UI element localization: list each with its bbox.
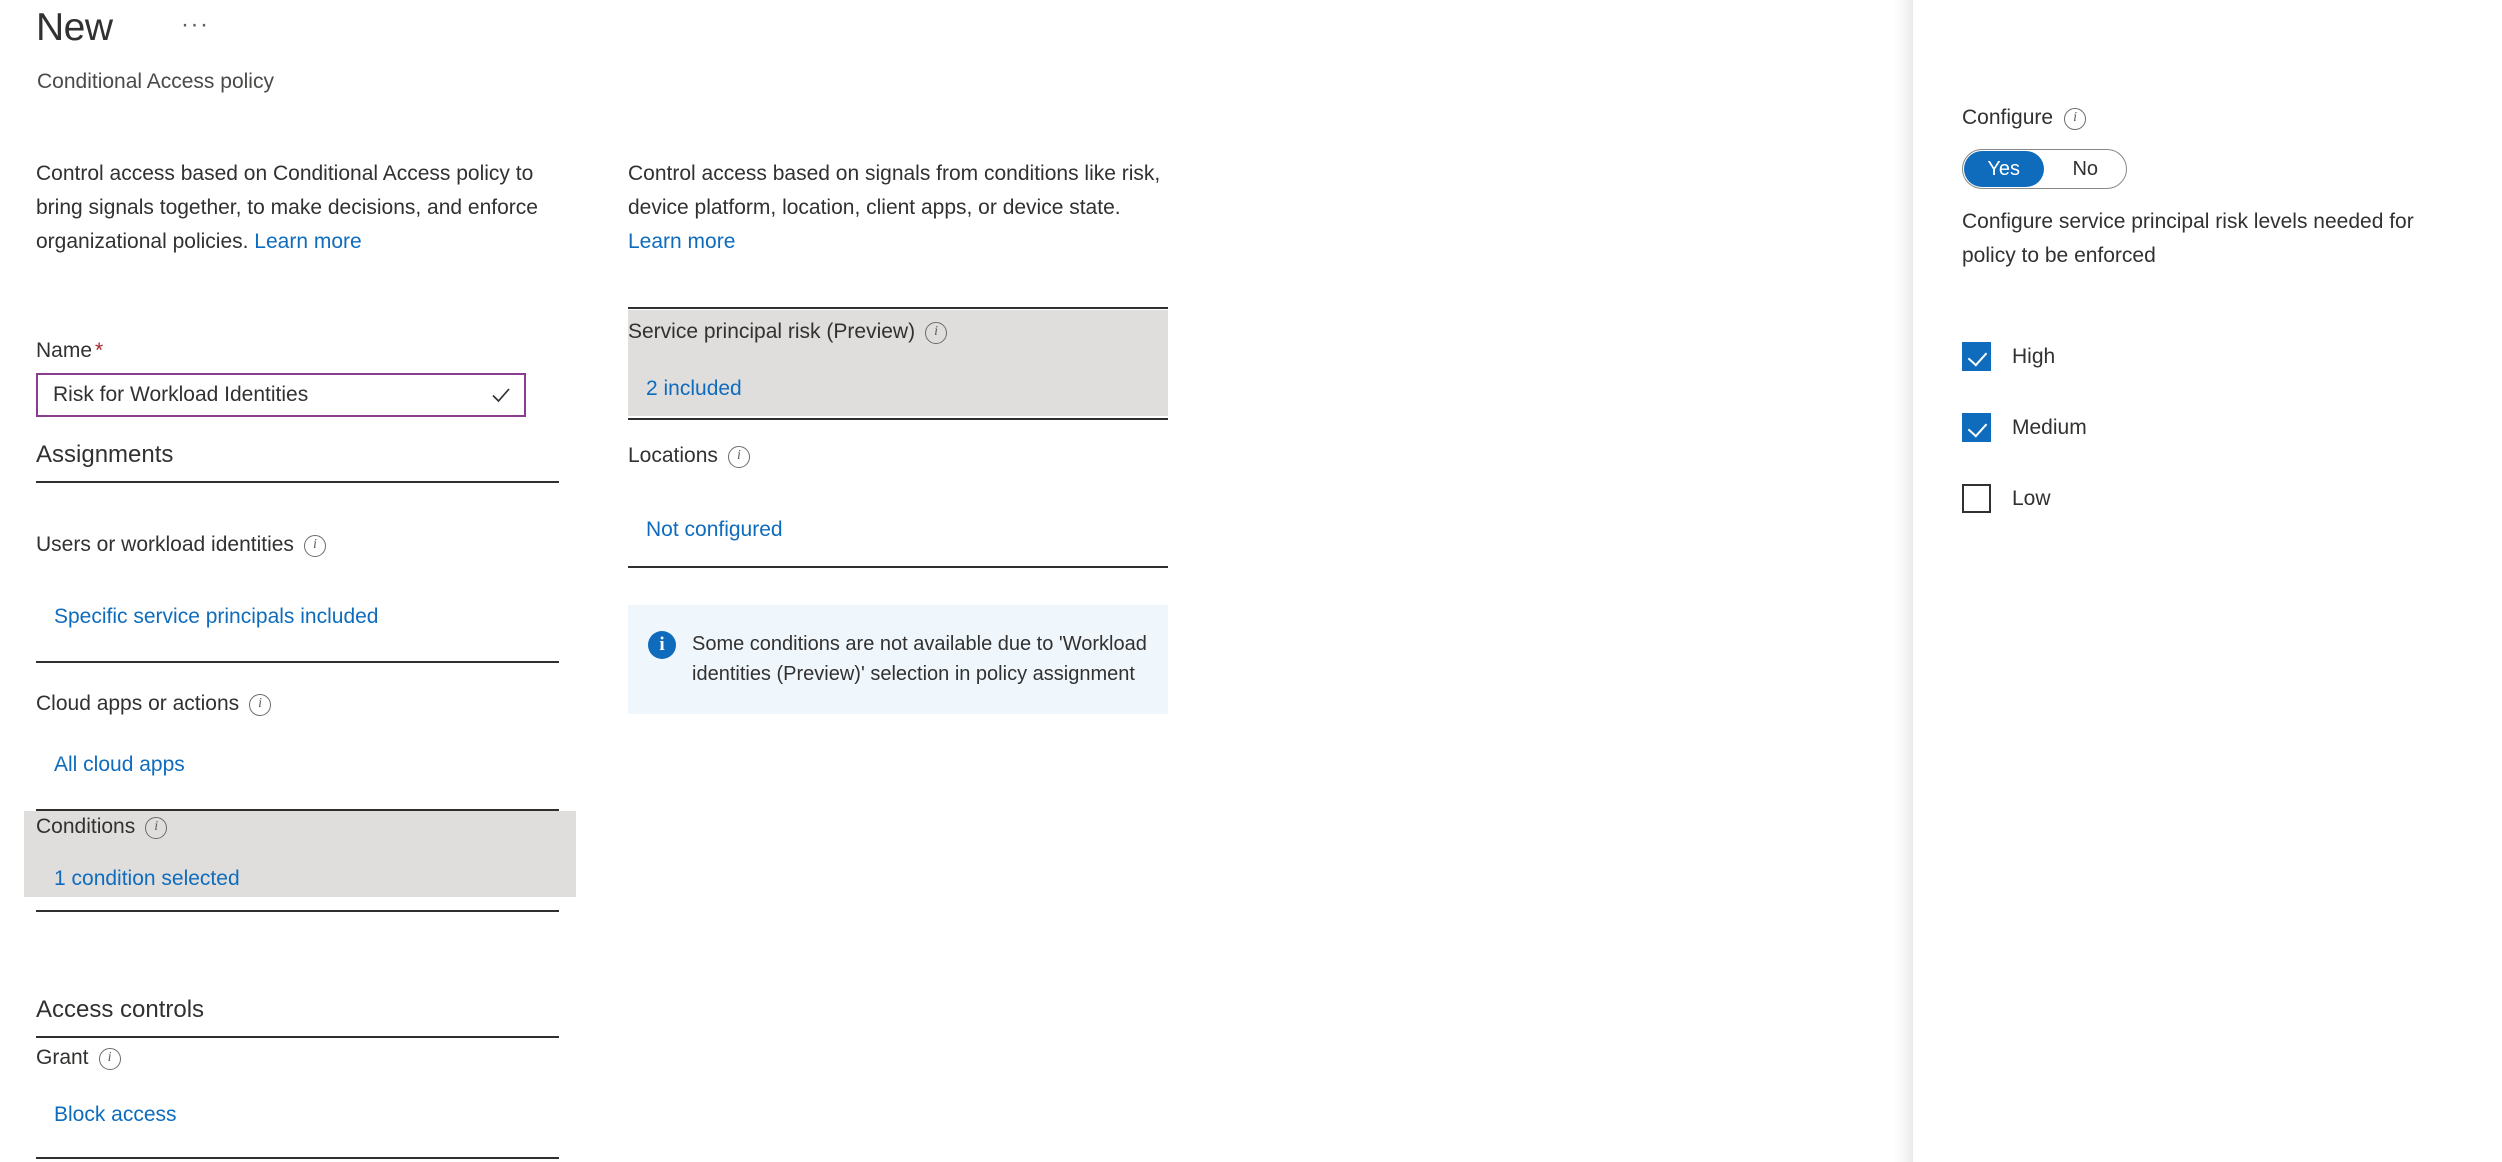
toggle-option-yes[interactable]: Yes bbox=[1964, 151, 2044, 187]
users-label-text: Users or workload identities bbox=[36, 533, 294, 556]
risk-level-high-label: High bbox=[2012, 344, 2056, 368]
locations-value[interactable]: Not configured bbox=[628, 516, 783, 544]
service-principal-risk-label: Service principal risk (Preview) bbox=[628, 318, 948, 346]
configure-description: Configure service principal risk levels … bbox=[1962, 210, 2414, 267]
divider-conditions bbox=[36, 910, 559, 912]
divider-grant bbox=[36, 1157, 559, 1159]
divider-service-principal-risk bbox=[628, 418, 1168, 420]
conditions-pane: Control access based on signals from con… bbox=[624, 0, 1184, 1162]
cloud-apps-label-text: Cloud apps or actions bbox=[36, 692, 240, 715]
risk-level-low-checkbox[interactable] bbox=[1962, 484, 1991, 513]
name-label: Name * bbox=[36, 337, 103, 365]
divider-mid-top bbox=[628, 307, 1168, 309]
grant-label-text: Grant bbox=[36, 1046, 89, 1069]
info-icon[interactable] bbox=[727, 446, 750, 468]
risk-level-high-checkbox[interactable] bbox=[1962, 342, 1991, 371]
risk-level-high-row[interactable]: High bbox=[1962, 342, 2055, 371]
grant-value[interactable]: Block access bbox=[36, 1101, 177, 1129]
configure-toggle[interactable]: Yes No bbox=[1962, 149, 2127, 189]
locations-label: Locations bbox=[628, 442, 750, 470]
mid-learn-more-link[interactable]: Learn more bbox=[628, 230, 735, 253]
overflow-menu-icon[interactable]: ··· bbox=[181, 13, 209, 37]
divider-users bbox=[36, 661, 559, 663]
page-title: New bbox=[36, 6, 113, 49]
service-principal-risk-label-text: Service principal risk (Preview) bbox=[628, 320, 916, 343]
info-icon[interactable] bbox=[925, 322, 948, 344]
info-filled-icon bbox=[648, 631, 676, 659]
risk-level-medium-checkbox[interactable] bbox=[1962, 413, 1991, 442]
cloud-apps-or-actions-label: Cloud apps or actions bbox=[36, 690, 272, 718]
risk-level-low-row[interactable]: Low bbox=[1962, 484, 2051, 513]
left-intro-text: Control access based on Conditional Acce… bbox=[36, 157, 566, 259]
configure-label: Configure bbox=[1962, 104, 2087, 132]
divider-access-controls bbox=[36, 1036, 559, 1038]
valid-check-icon bbox=[484, 383, 524, 407]
info-banner-text: Some conditions are not available due to… bbox=[692, 633, 1147, 685]
mid-intro-body: Control access based on signals from con… bbox=[628, 162, 1161, 219]
conditions-label: Conditions bbox=[36, 813, 168, 841]
conditions-info-banner: Some conditions are not available due to… bbox=[628, 605, 1168, 714]
locations-label-text: Locations bbox=[628, 444, 718, 467]
service-principal-risk-flyout: Service principal risk Configure Yes No … bbox=[1913, 0, 2502, 1162]
policy-main-pane: New ··· Conditional Access policy Contro… bbox=[0, 0, 624, 1162]
assignments-heading: Assignments bbox=[36, 441, 174, 468]
page-subtitle: Conditional Access policy bbox=[37, 70, 274, 93]
name-label-text: Name bbox=[36, 339, 93, 362]
risk-level-medium-row[interactable]: Medium bbox=[1962, 413, 2087, 442]
info-icon[interactable] bbox=[249, 694, 272, 716]
cloud-apps-or-actions-value[interactable]: All cloud apps bbox=[36, 751, 185, 779]
info-icon[interactable] bbox=[2064, 108, 2087, 130]
left-learn-more-link[interactable]: Learn more bbox=[254, 230, 361, 253]
divider-locations bbox=[628, 566, 1168, 568]
info-icon[interactable] bbox=[303, 535, 326, 557]
configure-label-text: Configure bbox=[1962, 106, 2054, 129]
info-icon[interactable] bbox=[98, 1048, 121, 1070]
service-principal-risk-value[interactable]: 2 included bbox=[628, 375, 742, 403]
name-field-wrapper[interactable] bbox=[36, 373, 526, 417]
info-icon[interactable] bbox=[145, 817, 168, 839]
toggle-option-no[interactable]: No bbox=[2046, 151, 2126, 187]
required-asterisk: * bbox=[95, 339, 104, 362]
grant-label: Grant bbox=[36, 1044, 121, 1072]
risk-level-medium-label: Medium bbox=[2012, 415, 2087, 439]
conditions-value[interactable]: 1 condition selected bbox=[36, 865, 240, 893]
risk-level-low-label: Low bbox=[2012, 486, 2051, 510]
users-or-workload-identities-label: Users or workload identities bbox=[36, 531, 326, 559]
divider-assignments bbox=[36, 481, 559, 483]
name-input[interactable] bbox=[38, 383, 484, 407]
flyout-shadow bbox=[1893, 0, 1913, 1162]
users-or-workload-identities-value[interactable]: Specific service principals included bbox=[36, 603, 379, 631]
access-controls-heading: Access controls bbox=[36, 996, 205, 1023]
conditions-label-text: Conditions bbox=[36, 815, 136, 838]
mid-intro-text: Control access based on signals from con… bbox=[628, 157, 1168, 259]
flyout-title: Service principal risk bbox=[1962, 0, 2274, 2]
